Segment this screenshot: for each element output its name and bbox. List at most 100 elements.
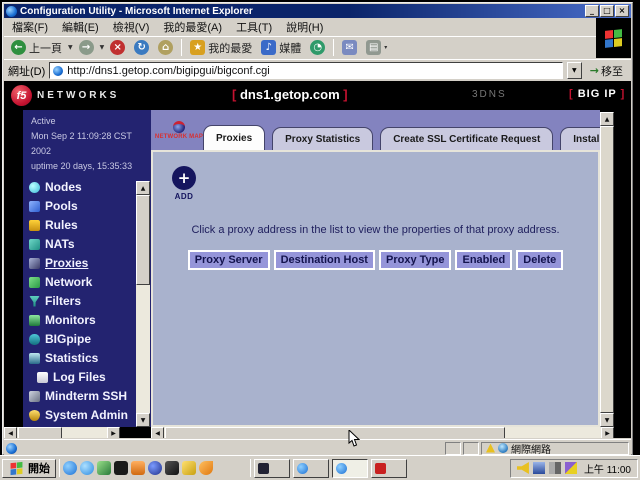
print-button[interactable]: ▤ ▾	[363, 39, 390, 56]
address-input[interactable]: http://dns1.getop.com/bigipgui/bigconf.c…	[49, 62, 563, 79]
tray-icon[interactable]	[565, 462, 577, 474]
forward-button[interactable]: →	[76, 39, 97, 56]
back-dropdown-icon[interactable]: ▼	[68, 44, 73, 51]
sidebar-item-nats[interactable]: NATs	[29, 237, 128, 251]
windows-flag-icon	[11, 461, 23, 474]
history-button[interactable]: ◔	[307, 39, 328, 56]
minimize-button[interactable]: _	[585, 5, 599, 17]
sidebar-item-statistics[interactable]: Statistics	[29, 351, 128, 365]
content-vertical-scrollbar: ▲ ▼	[600, 112, 614, 427]
sidebar-item-bigpipe[interactable]: BIGpipe	[29, 332, 128, 346]
menu-view[interactable]: 檢視(V)	[113, 19, 150, 35]
scroll-right-icon[interactable]: ▶	[107, 427, 120, 438]
go-button[interactable]: → 移至	[586, 63, 627, 79]
menu-help[interactable]: 說明(H)	[286, 19, 323, 35]
quicklaunch-icon[interactable]	[114, 461, 128, 475]
forward-dropdown-icon[interactable]: ▼	[100, 44, 105, 51]
quicklaunch-icon[interactable]	[165, 461, 179, 475]
quicklaunch-icon[interactable]	[63, 461, 77, 475]
bracket-left: [	[232, 87, 236, 102]
hostname: [ dns1.getop.com ]	[232, 87, 348, 102]
home-button[interactable]: ⌂	[155, 39, 176, 56]
status-bar: 網際網路	[4, 439, 631, 456]
f5-logo-icon: f5	[11, 85, 32, 106]
favorites-button[interactable]: ★ 我的最愛	[187, 39, 255, 57]
sidebar-item-filters[interactable]: Filters	[29, 294, 128, 308]
back-button[interactable]: ← 上一頁	[8, 39, 65, 57]
stop-button[interactable]: ×	[107, 39, 128, 56]
sidebar-item-network[interactable]: Network	[29, 275, 128, 289]
network-map-label: NETWORK MAP	[155, 134, 203, 140]
scroll-right-icon[interactable]: ▶	[601, 427, 614, 438]
start-button[interactable]: 開始	[2, 459, 56, 478]
maximize-button[interactable]: □	[600, 5, 614, 17]
quicklaunch-icon[interactable]	[97, 461, 111, 475]
scroll-up-icon[interactable]: ▲	[600, 112, 614, 126]
sidebar-item-proxies[interactable]: Proxies	[29, 256, 128, 270]
go-icon: →	[590, 64, 599, 77]
sidebar-item-monitors[interactable]: Monitors	[29, 313, 128, 327]
scroll-up-icon[interactable]: ▲	[136, 181, 150, 195]
scroll-left-icon[interactable]: ◀	[151, 427, 164, 438]
task-button[interactable]	[371, 459, 407, 478]
app-icon	[375, 463, 386, 474]
add-proxy-button[interactable]: + ADD	[171, 166, 197, 201]
sidebar-item-log-files[interactable]: Log Files	[29, 370, 128, 384]
menu-edit[interactable]: 編輯(E)	[62, 19, 99, 35]
scrollbar-thumb[interactable]	[18, 427, 62, 438]
column-header-enabled: Enabled	[455, 250, 512, 270]
tab-proxies[interactable]: Proxies	[203, 125, 265, 150]
tab-strip: NETWORK MAP Proxies Proxy Statistics Cre…	[151, 110, 600, 150]
address-dropdown-icon[interactable]: ▼	[567, 62, 582, 79]
menu-tools[interactable]: 工具(T)	[236, 19, 272, 35]
task-button-active[interactable]	[332, 459, 368, 478]
start-label: 開始	[28, 460, 50, 476]
scrollbar-thumb[interactable]	[136, 195, 150, 285]
quicklaunch-icon[interactable]	[199, 461, 213, 475]
address-url: http://dns1.getop.com/bigipgui/bigconf.c…	[67, 65, 269, 77]
quicklaunch-icon[interactable]	[233, 461, 247, 475]
quicklaunch-icon[interactable]	[216, 461, 230, 475]
task-button[interactable]	[293, 459, 329, 478]
quicklaunch-icon[interactable]	[148, 461, 162, 475]
tab-proxy-statistics[interactable]: Proxy Statistics	[272, 127, 373, 150]
sidebar-item-rules[interactable]: Rules	[29, 218, 128, 232]
tray-icon[interactable]	[549, 462, 561, 474]
toolbar-separator	[333, 39, 334, 56]
content-horizontal-scrollbar: ◀ ▶	[151, 427, 614, 438]
refresh-button[interactable]: ↻	[131, 39, 152, 56]
menu-favorites[interactable]: 我的最愛(A)	[163, 19, 222, 35]
sidebar-item-nodes[interactable]: Nodes	[29, 180, 128, 194]
scroll-left-icon[interactable]: ◀	[4, 427, 17, 438]
nodes-icon	[29, 182, 40, 193]
media-icon: ♪	[261, 40, 276, 55]
forward-icon: →	[79, 40, 94, 55]
menu-file[interactable]: 檔案(F)	[12, 19, 48, 35]
media-button[interactable]: ♪ 媒體	[258, 39, 304, 57]
scroll-down-icon[interactable]: ▼	[600, 413, 614, 427]
network-status-icon[interactable]	[533, 462, 545, 474]
taskbar-divider	[250, 459, 251, 477]
volume-icon[interactable]	[517, 462, 529, 474]
menu-bar: 檔案(F) 編輯(E) 檢視(V) 我的最愛(A) 工具(T) 說明(H)	[4, 18, 596, 36]
task-button[interactable]	[254, 459, 290, 478]
scrollbar-thumb[interactable]	[600, 126, 614, 413]
network-map-button[interactable]: NETWORK MAP	[156, 113, 202, 147]
mail-button[interactable]: ✉	[339, 39, 360, 56]
tab-create-ssl-certificate-request[interactable]: Create SSL Certificate Request	[380, 127, 553, 150]
scroll-down-icon[interactable]: ▼	[136, 413, 150, 427]
quicklaunch-icon[interactable]	[182, 461, 196, 475]
home-icon: ⌂	[158, 40, 173, 55]
close-button[interactable]: ×	[615, 5, 629, 17]
sidebar-nav: Nodes Pools Rules NATs Proxies Network F…	[29, 180, 128, 422]
title-bar[interactable]: Configuration Utility - Microsoft Intern…	[4, 4, 631, 18]
tab-install-ssl-certificate[interactable]: Install SSL Certifi	[560, 127, 600, 150]
quicklaunch-icon[interactable]	[131, 461, 145, 475]
sidebar-item-system-admin[interactable]: System Admin	[29, 408, 128, 422]
sidebar-item-pools[interactable]: Pools	[29, 199, 128, 213]
back-label: 上一頁	[29, 40, 62, 56]
quicklaunch-icon[interactable]	[80, 461, 94, 475]
sidebar-item-mindterm-ssh[interactable]: Mindterm SSH	[29, 389, 128, 403]
scrollbar-thumb[interactable]	[165, 427, 505, 438]
print-icon: ▤	[366, 40, 381, 55]
